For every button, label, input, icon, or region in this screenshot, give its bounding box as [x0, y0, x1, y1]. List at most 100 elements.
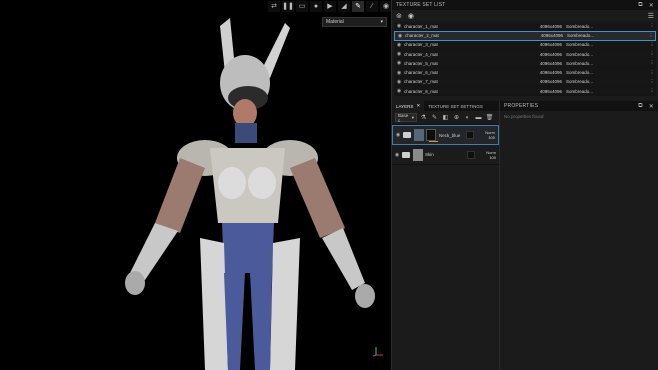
folder-icon [403, 132, 411, 138]
close-icon[interactable]: ✕ [649, 2, 654, 9]
channel-select-label: Base c [398, 112, 409, 123]
sphere-icon[interactable]: ● [310, 0, 322, 12]
texture-set-row[interactable]: ◉ character_7_mat 4096x4096 Sombreado...… [394, 77, 656, 88]
layer-item[interactable]: ◉ Neck_blue Norm 100 [392, 125, 499, 145]
viewport-toolbar: ⇄ ❚❚ ▭ ● ▶ ◢ ✎ ⁄ ◉ [268, 0, 391, 12]
close-icon[interactable]: ✕ [416, 103, 420, 109]
layer-color-swatch[interactable] [466, 131, 474, 139]
settings-eye-icon[interactable]: ⊚ [396, 12, 402, 20]
folder-icon[interactable]: ▬ [474, 113, 483, 122]
texture-set-size: 4096x4096 [539, 79, 562, 85]
row-menu-icon[interactable]: ⋮ [648, 51, 656, 57]
texture-set-shader[interactable]: Sombreado... [566, 52, 648, 57]
texture-set-size: 4096x4096 [539, 60, 562, 66]
texture-set-list-toolbar: ⊚ ◉ ☰ [392, 10, 658, 22]
texture-set-row[interactable]: ◉ character_1_mat 4096x4096 Sombreado...… [394, 22, 656, 32]
texture-set-size: 4096x4096 [540, 33, 563, 39]
texture-set-row[interactable]: ◉ character_4_mat 4096x4096 Sombreado...… [394, 49, 656, 60]
tab-texture-set-settings-label: TEXTURE SET SETTINGS [428, 103, 483, 109]
axis-gizmo-icon [372, 347, 383, 357]
texture-set-shader[interactable]: Sombreado... [567, 33, 647, 38]
row-menu-icon[interactable]: ⋮ [648, 79, 656, 85]
texture-set-name: character_2_mat [405, 33, 439, 39]
chevron-down-icon: ▾ [411, 114, 414, 120]
row-menu-icon[interactable]: ⋮ [647, 33, 655, 39]
pause-icon[interactable]: ❚❚ [282, 0, 294, 12]
texture-set-row[interactable]: ◉ character_2_mat 4096x4096 Sombreado...… [394, 31, 656, 41]
visibility-eye-icon[interactable]: ◉ [394, 23, 404, 29]
visibility-eye-icon[interactable]: ◉ [392, 152, 402, 158]
texture-set-shader[interactable]: Sombreado... [566, 61, 648, 66]
row-menu-icon[interactable]: ⋮ [648, 70, 656, 76]
app-window: ⇄ ❚❚ ▭ ● ▶ ◢ ✎ ⁄ ◉ Material ▾ TEXTURE SE… [0, 0, 658, 370]
texture-set-list-panel: TEXTURE SET LIST ⧉ ✕ ⊚ ◉ ☰ ◉ character_1… [391, 0, 658, 101]
texture-set-shader[interactable]: Sombreado... [566, 70, 648, 75]
layer-blend-mode[interactable]: Norm 100 [476, 130, 498, 140]
close-icon[interactable]: ✕ [649, 103, 654, 110]
visibility-eye-icon[interactable]: ◉ [393, 132, 403, 138]
layer-thumbnail [414, 129, 424, 141]
texture-set-name: character_8_mat [404, 88, 438, 94]
texture-set-row[interactable]: ◉ character_3_mat 4096x4096 Sombreado...… [394, 40, 656, 50]
layers-toolbar: Base c ▾ ⚗ ✎ ◧ ⊕ ◐ ▬ 🗑 [392, 111, 499, 125]
texture-set-size: 4096x4096 [539, 42, 562, 48]
channel-select[interactable]: Base c ▾ [395, 112, 417, 123]
screen-icon[interactable]: ▭ [296, 0, 308, 12]
properties-panel: PROPERTIES ⧉ ✕ No properties found [499, 101, 658, 370]
visibility-eye-icon[interactable]: ◉ [394, 51, 404, 57]
menu-icon[interactable]: ☰ [648, 12, 654, 20]
texture-set-row[interactable]: ◉ character_5_mat 4096x4096 Sombreado...… [394, 59, 656, 69]
visibility-eye-icon[interactable]: ◉ [394, 42, 404, 48]
texture-set-name: character_6_mat [404, 70, 438, 76]
properties-header: PROPERTIES ⧉ ✕ [500, 101, 658, 111]
layer-opacity: 100 [488, 135, 495, 140]
row-menu-icon[interactable]: ⋮ [648, 88, 656, 94]
texture-set-list: ◉ character_1_mat 4096x4096 Sombreado...… [392, 22, 658, 97]
visibility-eye-icon[interactable]: ◉ [394, 60, 404, 66]
maximize-icon[interactable]: ⧉ [638, 2, 642, 9]
texture-set-name: character_3_mat [404, 42, 438, 48]
visibility-eye-icon[interactable]: ◉ [395, 33, 405, 39]
paint-brush-icon[interactable]: ✎ [430, 113, 439, 122]
camera-switch-icon[interactable]: ⇄ [268, 0, 280, 12]
paint-icon[interactable]: ✎ [352, 0, 364, 12]
texture-set-list-title: TEXTURE SET LIST [396, 2, 446, 8]
trash-icon[interactable]: 🗑 [485, 113, 494, 122]
fill-layer-icon[interactable]: ◧ [441, 113, 450, 122]
texture-set-row[interactable]: ◉ character_8_mat 4096x4096 Sombreado...… [394, 87, 656, 97]
texture-set-row[interactable]: ◉ character_6_mat 4096x4096 Sombreado...… [394, 68, 656, 78]
eye-icon[interactable]: ◉ [408, 12, 414, 20]
layer-blend-mode[interactable]: Norm 100 [477, 150, 499, 160]
add-effect-icon[interactable]: ⚗ [419, 113, 428, 122]
row-menu-icon[interactable]: ⋮ [648, 42, 656, 48]
texture-set-shader[interactable]: Sombreado... [566, 42, 648, 47]
tab-layers[interactable]: LAYERS ✕ [392, 101, 425, 111]
texture-set-list-header: TEXTURE SET LIST ⧉ ✕ [392, 0, 658, 10]
texture-set-size: 4096x4096 [539, 23, 562, 29]
maximize-icon[interactable]: ⧉ [638, 103, 642, 110]
row-menu-icon[interactable]: ⋮ [648, 23, 656, 29]
layers-panel: LAYERS ✕ TEXTURE SET SETTINGS Base c ▾ ⚗… [391, 101, 499, 370]
visibility-eye-icon[interactable]: ◉ [394, 79, 404, 85]
texture-set-shader[interactable]: Sombreado... [566, 79, 648, 84]
eyedropper-icon[interactable]: ⁄ [366, 0, 378, 12]
character-model [125, 18, 375, 370]
texture-set-shader[interactable]: Sombreado... [566, 24, 648, 29]
texture-set-name: character_4_mat [404, 51, 438, 57]
layer-item[interactable]: ◉ Skin Norm 100 [392, 145, 499, 165]
texture-set-name: character_5_mat [404, 60, 438, 66]
video-icon[interactable]: ▶ [324, 0, 336, 12]
texture-set-shader[interactable]: Sombreado... [566, 89, 648, 94]
layer-color-swatch[interactable] [467, 150, 475, 159]
viewport-3d[interactable]: ⇄ ❚❚ ▭ ● ▶ ◢ ✎ ⁄ ◉ Material ▾ [0, 0, 391, 370]
add-layer-icon[interactable]: ⊕ [452, 113, 461, 122]
layer-mask-thumbnail[interactable] [426, 129, 436, 141]
row-menu-icon[interactable]: ⋮ [648, 60, 656, 66]
visibility-eye-icon[interactable]: ◉ [394, 88, 404, 94]
projection-icon[interactable]: ◢ [338, 0, 350, 12]
mask-icon[interactable]: ◐ [463, 113, 472, 122]
visibility-eye-icon[interactable]: ◉ [394, 70, 404, 76]
screenshot-icon[interactable]: ◉ [380, 0, 391, 12]
tab-texture-set-settings[interactable]: TEXTURE SET SETTINGS [424, 101, 487, 111]
properties-empty-text: No properties found [504, 114, 544, 119]
